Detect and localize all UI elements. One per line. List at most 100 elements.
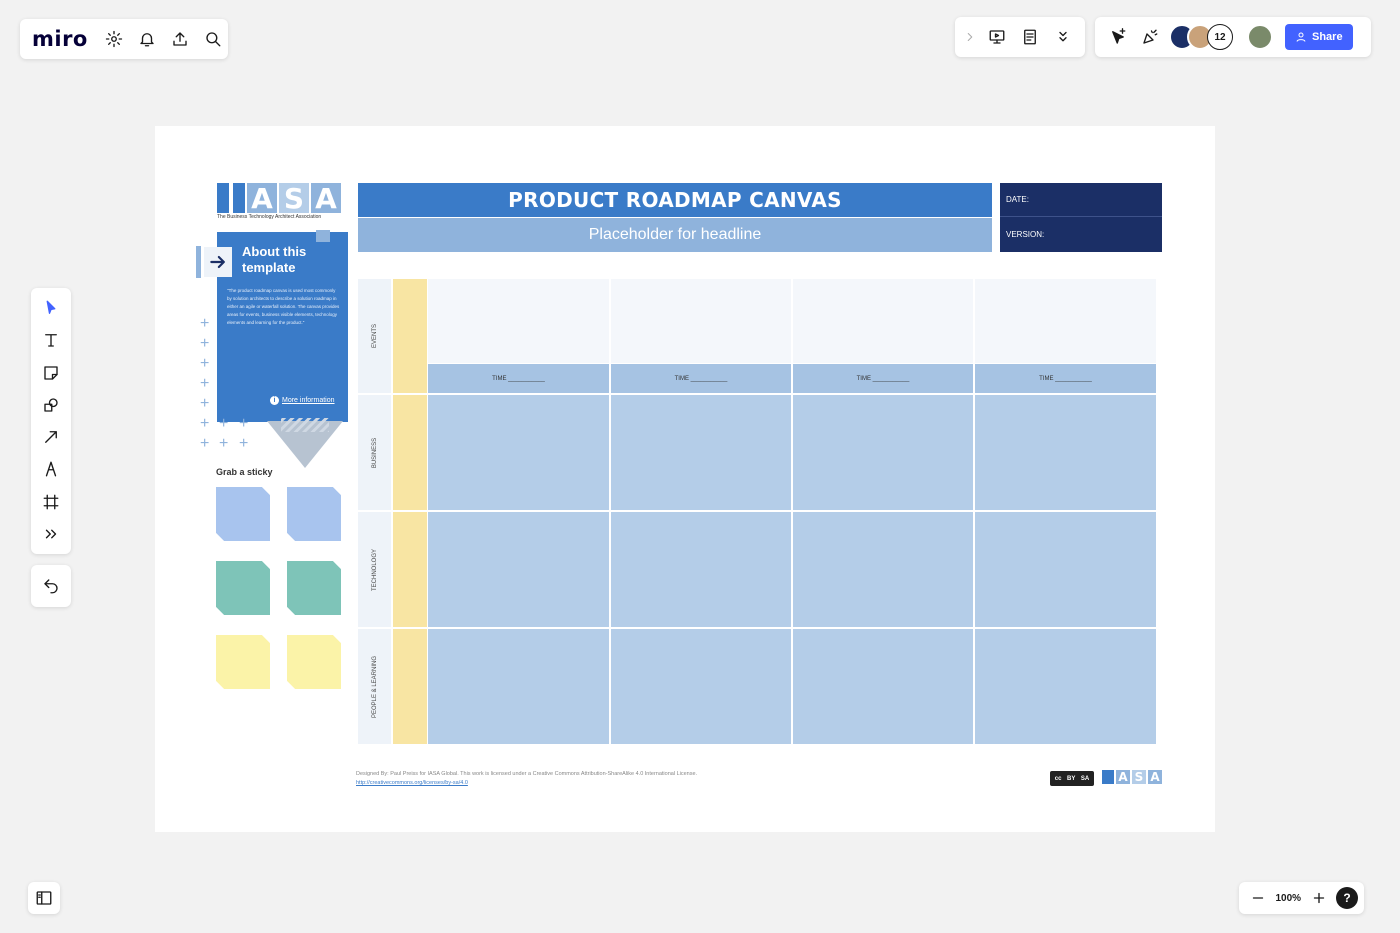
card-corner [316, 230, 330, 242]
license-link[interactable]: http://creativecommons.org/licenses/by-s… [356, 780, 468, 786]
plus-icon: + [200, 436, 209, 452]
sticky-note[interactable] [287, 635, 341, 689]
bell-icon[interactable] [134, 26, 160, 52]
decorative-triangle [267, 416, 343, 468]
plus-icon: + [200, 316, 209, 332]
text-tool-icon[interactable] [38, 327, 64, 353]
business-cell[interactable] [793, 395, 973, 510]
events-cell[interactable] [975, 279, 1156, 363]
canvas-board[interactable]: A S A The Business Technology Architect … [155, 126, 1215, 832]
pen-icon[interactable] [38, 456, 64, 482]
zoom-out-icon[interactable] [1245, 885, 1271, 911]
business-cell[interactable] [975, 395, 1156, 510]
sticky-note[interactable] [216, 561, 270, 615]
version-label: VERSION: [1000, 217, 1162, 251]
yellow-strip [393, 395, 427, 510]
technology-cell[interactable] [611, 512, 791, 627]
logo-tagline: The Business Technology Architect Associ… [217, 214, 321, 220]
events-cell[interactable] [428, 279, 609, 363]
info-icon: i [270, 396, 279, 405]
sticky-note[interactable] [287, 561, 341, 615]
time-label[interactable]: TIME ___________ [611, 364, 791, 393]
more-tools-icon[interactable] [38, 521, 64, 547]
collaborator-count[interactable]: 12 [1207, 24, 1233, 50]
sticky-note[interactable] [287, 487, 341, 541]
zoom-controls: 100% ? [1239, 882, 1364, 914]
time-label[interactable]: TIME ___________ [428, 364, 609, 393]
upload-icon[interactable] [167, 26, 193, 52]
events-cell[interactable] [611, 279, 791, 363]
presentation-icon[interactable] [984, 24, 1010, 50]
user-avatar[interactable] [1247, 24, 1273, 50]
celebration-icon[interactable] [1137, 24, 1163, 50]
row-label-events: EVENTS [358, 279, 391, 393]
people-cell[interactable] [428, 629, 609, 744]
about-description: "The product roadmap canvas is used most… [227, 287, 341, 327]
about-title: About this template [242, 244, 342, 276]
sticky-note-icon[interactable] [38, 360, 64, 386]
events-cell[interactable] [793, 279, 973, 363]
technology-cell[interactable] [975, 512, 1156, 627]
iasa-logo-small: A S A [1102, 770, 1162, 784]
collaboration-bar: 12 Share [1095, 17, 1371, 57]
logo-letter: A [1148, 770, 1162, 784]
arrow-tab-bar [196, 246, 201, 278]
chevron-right-icon[interactable] [963, 24, 977, 50]
technology-cell[interactable] [428, 512, 609, 627]
panel-layout-icon[interactable] [31, 885, 57, 911]
cc-by-label: BY [1067, 776, 1075, 782]
plus-icon: + [239, 416, 248, 432]
sticky-note[interactable] [216, 635, 270, 689]
footer-license: Designed By: Paul Preiss for IASA Global… [356, 770, 716, 788]
headline-placeholder[interactable]: Placeholder for headline [358, 218, 992, 252]
zoom-level[interactable]: 100% [1275, 893, 1301, 904]
notes-icon[interactable] [1017, 24, 1043, 50]
cc-license-badge: cc BY SA [1050, 771, 1094, 786]
zoom-in-icon[interactable] [1306, 885, 1332, 911]
share-label: Share [1312, 31, 1343, 43]
people-cell[interactable] [611, 629, 791, 744]
about-arrow-tab[interactable] [196, 246, 236, 278]
about-template-card[interactable]: About this template "The product roadmap… [217, 232, 348, 422]
cursor-follow-icon[interactable] [1105, 24, 1131, 50]
business-cell[interactable] [428, 395, 609, 510]
plus-icon: + [200, 336, 209, 352]
collaborator-avatars[interactable]: 12 [1169, 24, 1233, 50]
date-label: DATE: [1000, 183, 1162, 217]
miro-logo[interactable]: miro [32, 27, 88, 51]
select-cursor-icon[interactable] [38, 295, 64, 321]
technology-cell[interactable] [793, 512, 973, 627]
row-label-people: PEOPLE & LEARNING [358, 629, 391, 744]
creation-toolbar [31, 288, 71, 554]
plus-icon: + [219, 436, 228, 452]
chevrons-down-icon[interactable] [1050, 24, 1076, 50]
row-label-technology: TECHNOLOGY [358, 512, 391, 627]
logo-letter: A [247, 183, 277, 213]
settings-gear-icon[interactable] [101, 26, 127, 52]
board-tools-bar [955, 17, 1085, 57]
date-version-box[interactable]: DATE: VERSION: [1000, 183, 1162, 252]
more-information-link[interactable]: i More information [270, 396, 335, 405]
help-button[interactable]: ? [1336, 887, 1358, 909]
cc-label: cc [1055, 776, 1062, 782]
people-cell[interactable] [975, 629, 1156, 744]
plus-icon: + [219, 416, 228, 432]
people-cell[interactable] [793, 629, 973, 744]
business-cell[interactable] [611, 395, 791, 510]
canvas-title[interactable]: PRODUCT ROADMAP CANVAS [358, 183, 992, 217]
search-icon[interactable] [200, 26, 226, 52]
roadmap-grid: EVENTS BUSINESS TECHNOLOGY PEOPLE & LEAR… [358, 279, 1156, 744]
share-button[interactable]: Share [1285, 24, 1353, 50]
frame-icon[interactable] [38, 489, 64, 515]
row-label-business: BUSINESS [358, 395, 391, 510]
plus-icon: + [200, 356, 209, 372]
plus-icon: + [239, 436, 248, 452]
plus-icon: + [200, 416, 209, 432]
yellow-strip [393, 629, 427, 744]
time-label[interactable]: TIME ___________ [793, 364, 973, 393]
time-label[interactable]: TIME ___________ [975, 364, 1156, 393]
undo-icon[interactable] [38, 573, 64, 599]
line-arrow-icon[interactable] [38, 424, 64, 450]
shapes-icon[interactable] [38, 392, 64, 418]
sticky-note[interactable] [216, 487, 270, 541]
